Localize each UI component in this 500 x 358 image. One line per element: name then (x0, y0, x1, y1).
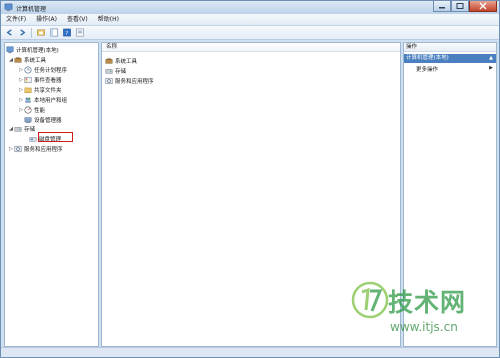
tree-item-performance[interactable]: ▷ 性能 (18, 105, 45, 114)
menu-action[interactable]: 操作(A) (31, 14, 62, 25)
menu-bar: 文件(F) 操作(A) 查看(V) 帮助(H) (1, 14, 499, 26)
tree-item-task-scheduler[interactable]: ▷ 任务计划程序 (18, 65, 67, 74)
list-item-label: 系统工具 (115, 58, 138, 65)
list-item[interactable]: 存储 (105, 66, 126, 75)
highlight-box (38, 132, 73, 142)
tree-item-services-apps[interactable]: ▷ 服务和应用程序 (8, 144, 63, 153)
maximize-icon (456, 3, 464, 9)
help-button[interactable]: ? (62, 28, 72, 38)
tree-label: 服务和应用程序 (24, 146, 63, 153)
properties-button[interactable] (75, 28, 85, 38)
menu-file[interactable]: 文件(F) (1, 14, 31, 25)
tree-item-system-tools[interactable]: ◢ 系统工具 (8, 55, 46, 64)
actions-section-label: 计算机管理(本地) (406, 55, 449, 61)
tree-label: 设备管理器 (34, 117, 62, 124)
menu-view[interactable]: 查看(V) (62, 14, 93, 25)
more-actions-link[interactable]: 更多操作 (416, 65, 438, 73)
folder-up-icon (37, 29, 45, 36)
properties-icon (76, 28, 84, 37)
tree-item-local-users[interactable]: ▷ 本地用户和组 (18, 95, 67, 104)
device-manager-icon (24, 116, 32, 123)
console-tree-icon (50, 28, 58, 37)
tree-label: 系统工具 (24, 57, 47, 64)
tree-item-event-viewer[interactable]: ▷ 事件查看器 (18, 75, 62, 84)
disk-management-icon (29, 136, 37, 142)
column-header-name[interactable]: 名称 (102, 43, 400, 52)
menu-help[interactable]: 帮助(H) (93, 14, 124, 25)
tree-label: 任务计划程序 (34, 67, 68, 74)
watermark-brand: 技术网 (388, 288, 467, 317)
console-tree-pane: 计算机管理(本地) ◢ 系统工具 ▷ 任务计划程序 ▷ 事件查看器 ▷ 共享文件… (4, 42, 99, 347)
clock-icon (24, 65, 32, 74)
submenu-arrow-icon: ▶ (489, 65, 493, 71)
list-item-label: 服务和应用程序 (115, 78, 154, 85)
tree-label: 事件查看器 (34, 77, 62, 84)
services-icon (14, 145, 22, 152)
close-button[interactable] (469, 1, 497, 12)
forward-button[interactable] (17, 28, 27, 38)
toolbox-icon (14, 56, 22, 63)
window-title: 计算机管理 (16, 6, 47, 13)
window-controls (433, 1, 497, 13)
actions-section-header[interactable]: 计算机管理(本地) ▲ (404, 54, 496, 63)
performance-gauge-icon (24, 106, 32, 113)
watermark-url: www.itjs.cn (390, 320, 458, 334)
toolbar: ? (1, 26, 499, 40)
computer-management-icon (6, 46, 14, 53)
actions-header: 操作 (404, 43, 496, 52)
toolbox-icon (105, 57, 113, 64)
help-icon: ? (63, 28, 71, 37)
tree-label: 存储 (24, 126, 36, 133)
back-arrow-icon (6, 29, 12, 36)
svg-text:?: ? (65, 31, 68, 37)
forward-arrow-icon (19, 29, 25, 36)
maximize-button[interactable] (451, 1, 469, 12)
tree-item-device-manager[interactable]: 设备管理器 (24, 115, 62, 124)
storage-icon (14, 126, 22, 132)
collapse-arrow-icon[interactable]: ▲ (489, 54, 493, 63)
minimize-icon (439, 7, 445, 9)
title-bar[interactable]: 计算机管理 (1, 1, 499, 14)
list-item[interactable]: 系统工具 (105, 56, 137, 65)
list-item-label: 存储 (115, 68, 127, 75)
itjs-logo-icon (351, 281, 389, 319)
tree-item-root[interactable]: 计算机管理(本地) (6, 45, 59, 54)
back-button[interactable] (4, 28, 14, 38)
minimize-button[interactable] (433, 1, 451, 12)
tree-label: 共享文件夹 (34, 87, 62, 94)
storage-icon (105, 68, 113, 74)
users-icon (25, 97, 31, 103)
toolbar-separator (31, 27, 32, 38)
tree-item-storage[interactable]: ◢ 存储 (8, 124, 35, 133)
tree-label: 本地用户和组 (34, 97, 68, 104)
event-viewer-icon (24, 76, 32, 83)
list-item[interactable]: 服务和应用程序 (105, 76, 154, 85)
services-icon (105, 77, 113, 84)
tree-item-shared-folders[interactable]: ▷ 共享文件夹 (18, 85, 62, 94)
tree-label: 计算机管理(本地) (16, 47, 59, 54)
watermark: 技术网 www.itjs.cn (350, 280, 500, 355)
shared-folder-icon (24, 86, 32, 93)
close-icon (479, 2, 487, 10)
up-level-button[interactable] (36, 28, 46, 38)
tree-label: 性能 (34, 107, 46, 114)
computer-management-icon (4, 3, 13, 12)
show-hide-tree-button[interactable] (49, 28, 59, 38)
